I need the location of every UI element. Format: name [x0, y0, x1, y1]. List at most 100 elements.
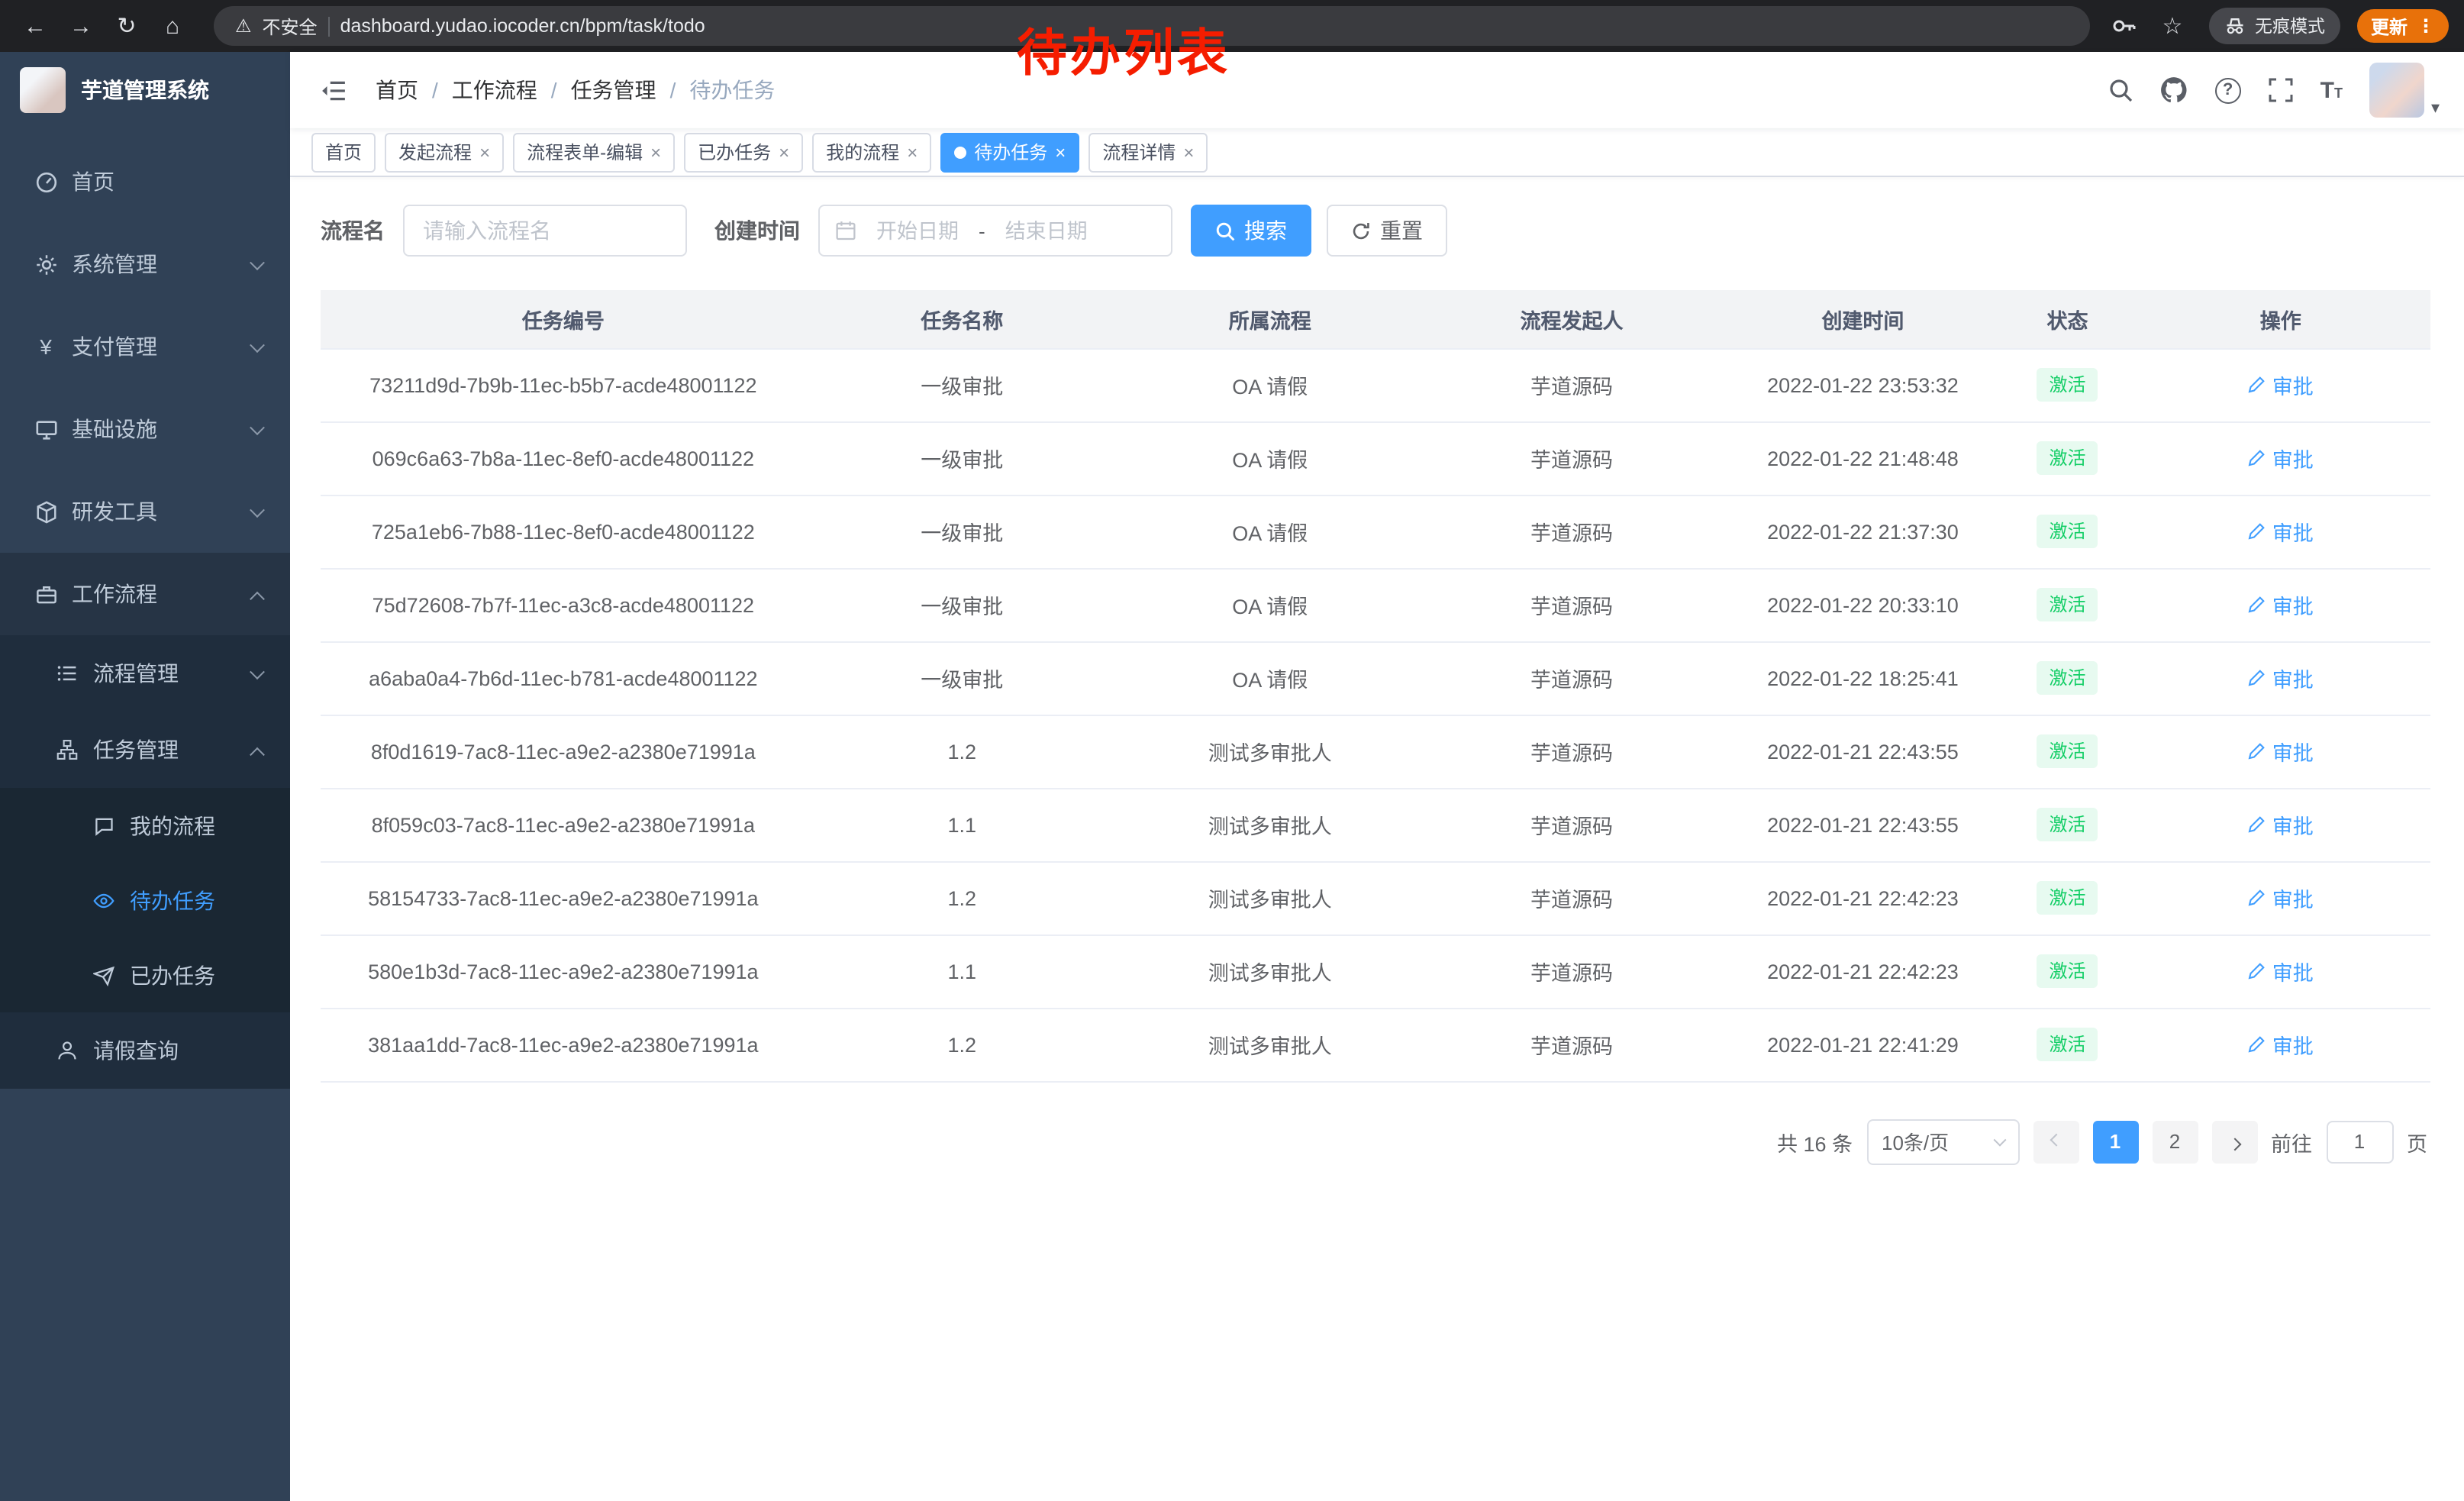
sidebar-item-task-mgmt[interactable]: 任务管理: [0, 712, 290, 788]
sidebar-item-infra[interactable]: 基础设施: [0, 388, 290, 470]
cell-task-id: 069c6a63-7b8a-11ec-8ef0-acde48001122: [321, 421, 806, 495]
chrome-menu-icon: ⋮: [2417, 15, 2435, 37]
sidebar-item-devtools[interactable]: 研发工具: [0, 470, 290, 553]
breadcrumb-task-mgmt[interactable]: 任务管理: [571, 75, 656, 105]
sidebar-item-todo-tasks[interactable]: 待办任务: [0, 863, 290, 938]
fullscreen-icon[interactable]: [2269, 78, 2293, 102]
close-icon[interactable]: ×: [1055, 143, 1066, 161]
user-icon: [55, 1038, 79, 1063]
cell-initiator: 芋道源码: [1422, 495, 1721, 568]
chevron-up-icon: [250, 747, 265, 762]
tags-view: 首页 发起流程 × 流程表单-编辑 × 已办任务 × 我的流程 ×: [290, 128, 2464, 177]
home-icon[interactable]: ⌂: [153, 6, 192, 46]
sidebar-item-payment[interactable]: ¥ 支付管理: [0, 305, 290, 388]
approve-link[interactable]: 审批: [2248, 443, 2314, 473]
tab-my-process[interactable]: 我的流程 ×: [812, 132, 931, 172]
sidebar-item-home[interactable]: 首页: [0, 140, 290, 223]
collapse-sidebar-icon[interactable]: [314, 72, 351, 108]
cell-created: 2022-01-21 22:42:23: [1721, 861, 2004, 934]
close-icon[interactable]: ×: [779, 143, 789, 161]
approve-link[interactable]: 审批: [2248, 1029, 2314, 1060]
approve-link[interactable]: 审批: [2248, 589, 2314, 620]
sidebar-item-process-mgmt[interactable]: 流程管理: [0, 635, 290, 712]
user-menu[interactable]: ▾: [2370, 63, 2440, 118]
cell-task-name: 1.1: [806, 788, 1118, 861]
approve-link[interactable]: 审批: [2248, 809, 2314, 840]
cell-created: 2022-01-21 22:41:29: [1721, 1008, 2004, 1081]
incognito-spy-icon: [2224, 15, 2246, 37]
tab-label: 待办任务: [974, 139, 1047, 165]
end-date-input[interactable]: [992, 219, 1101, 242]
eye-icon: [92, 888, 116, 912]
approve-link[interactable]: 审批: [2248, 956, 2314, 986]
help-icon[interactable]: ?: [2215, 77, 2241, 103]
date-range-picker[interactable]: -: [818, 205, 1172, 257]
cell-initiator: 芋道源码: [1422, 1008, 1721, 1081]
sidebar-item-workflow[interactable]: 工作流程: [0, 553, 290, 635]
cell-process: OA 请假: [1118, 421, 1422, 495]
todo-task-table: 任务编号 任务名称 所属流程 流程发起人 创建时间 状态 操作 73211d9d…: [321, 290, 2430, 1082]
cell-created: 2022-01-22 20:33:10: [1721, 568, 2004, 641]
search-button[interactable]: 搜索: [1191, 205, 1311, 257]
tab-label: 首页: [325, 139, 362, 165]
search-icon[interactable]: [2108, 78, 2133, 102]
breadcrumb-workflow[interactable]: 工作流程: [452, 75, 537, 105]
cell-task-name: 1.2: [806, 861, 1118, 934]
password-key-icon[interactable]: [2111, 14, 2136, 38]
close-icon[interactable]: ×: [907, 143, 918, 161]
page-2-button[interactable]: 2: [2152, 1120, 2198, 1163]
reload-icon[interactable]: ↻: [107, 6, 147, 46]
approve-link[interactable]: 审批: [2248, 736, 2314, 767]
cell-process: 测试多审批人: [1118, 788, 1422, 861]
approve-link[interactable]: 审批: [2248, 370, 2314, 400]
browser-toolbar: ← → ↻ ⌂ ⚠ 不安全 dashboard.yudao.iocoder.cn…: [0, 0, 2464, 52]
cell-task-id: 75d72608-7b7f-11ec-a3c8-acde48001122: [321, 568, 806, 641]
cell-task-id: 8f0d1619-7ac8-11ec-a9e2-a2380e71991a: [321, 715, 806, 788]
github-icon[interactable]: [2160, 76, 2188, 104]
update-browser-button[interactable]: 更新 ⋮: [2357, 9, 2449, 43]
sidebar-item-done-tasks[interactable]: 已办任务: [0, 938, 290, 1012]
close-icon[interactable]: ×: [650, 143, 661, 161]
cell-initiator: 芋道源码: [1422, 421, 1721, 495]
avatar[interactable]: [2370, 63, 2425, 118]
navbar: 首页 / 工作流程 / 任务管理 / 待办任务 ?: [290, 52, 2464, 128]
prev-page-button[interactable]: [2033, 1120, 2079, 1163]
logo: 芋道管理系统: [0, 52, 290, 128]
sidebar-item-my-process[interactable]: 我的流程: [0, 788, 290, 863]
cell-created: 2022-01-21 22:42:23: [1721, 934, 2004, 1008]
sidebar-item-label: 基础设施: [72, 414, 157, 444]
tab-start-process[interactable]: 发起流程 ×: [385, 132, 504, 172]
tab-done-tasks[interactable]: 已办任务 ×: [684, 132, 803, 172]
approve-link[interactable]: 审批: [2248, 663, 2314, 693]
page-1-button[interactable]: 1: [2092, 1120, 2138, 1163]
cell-created: 2022-01-22 18:25:41: [1721, 641, 2004, 715]
cell-process: OA 请假: [1118, 641, 1422, 715]
pencil-icon: [2248, 449, 2266, 467]
cell-task-name: 一级审批: [806, 348, 1118, 421]
tab-form-edit[interactable]: 流程表单-编辑 ×: [513, 132, 675, 172]
next-page-button[interactable]: [2211, 1120, 2257, 1163]
tab-home[interactable]: 首页: [311, 132, 376, 172]
start-date-input[interactable]: [863, 219, 972, 242]
breadcrumb-home[interactable]: 首页: [376, 75, 418, 105]
bookmark-star-icon[interactable]: ☆: [2153, 6, 2192, 46]
sidebar-item-system[interactable]: 系统管理: [0, 223, 290, 305]
sidebar-item-leave-query[interactable]: 请假查询: [0, 1012, 290, 1089]
tab-process-detail[interactable]: 流程详情 ×: [1088, 132, 1208, 172]
goto-page-input[interactable]: [2326, 1120, 2393, 1163]
chevron-down-icon: [250, 502, 265, 517]
page-size-select[interactable]: 10条/页: [1866, 1118, 2019, 1164]
cell-task-id: 73211d9d-7b9b-11ec-b5b7-acde48001122: [321, 348, 806, 421]
forward-icon[interactable]: →: [61, 6, 101, 46]
tab-todo-tasks[interactable]: 待办任务 ×: [940, 132, 1079, 172]
close-icon[interactable]: ×: [479, 143, 490, 161]
back-icon[interactable]: ←: [15, 6, 55, 46]
reset-button[interactable]: 重置: [1327, 205, 1447, 257]
approve-link[interactable]: 审批: [2248, 516, 2314, 547]
page-content: 流程名 创建时间 - 搜索 重置: [290, 177, 2464, 1501]
approve-link[interactable]: 审批: [2248, 883, 2314, 913]
process-name-input[interactable]: [403, 205, 687, 257]
close-icon[interactable]: ×: [1183, 143, 1194, 161]
total-count: 共 16 条: [1777, 1126, 1853, 1157]
font-size-icon[interactable]: TT: [2320, 77, 2343, 103]
